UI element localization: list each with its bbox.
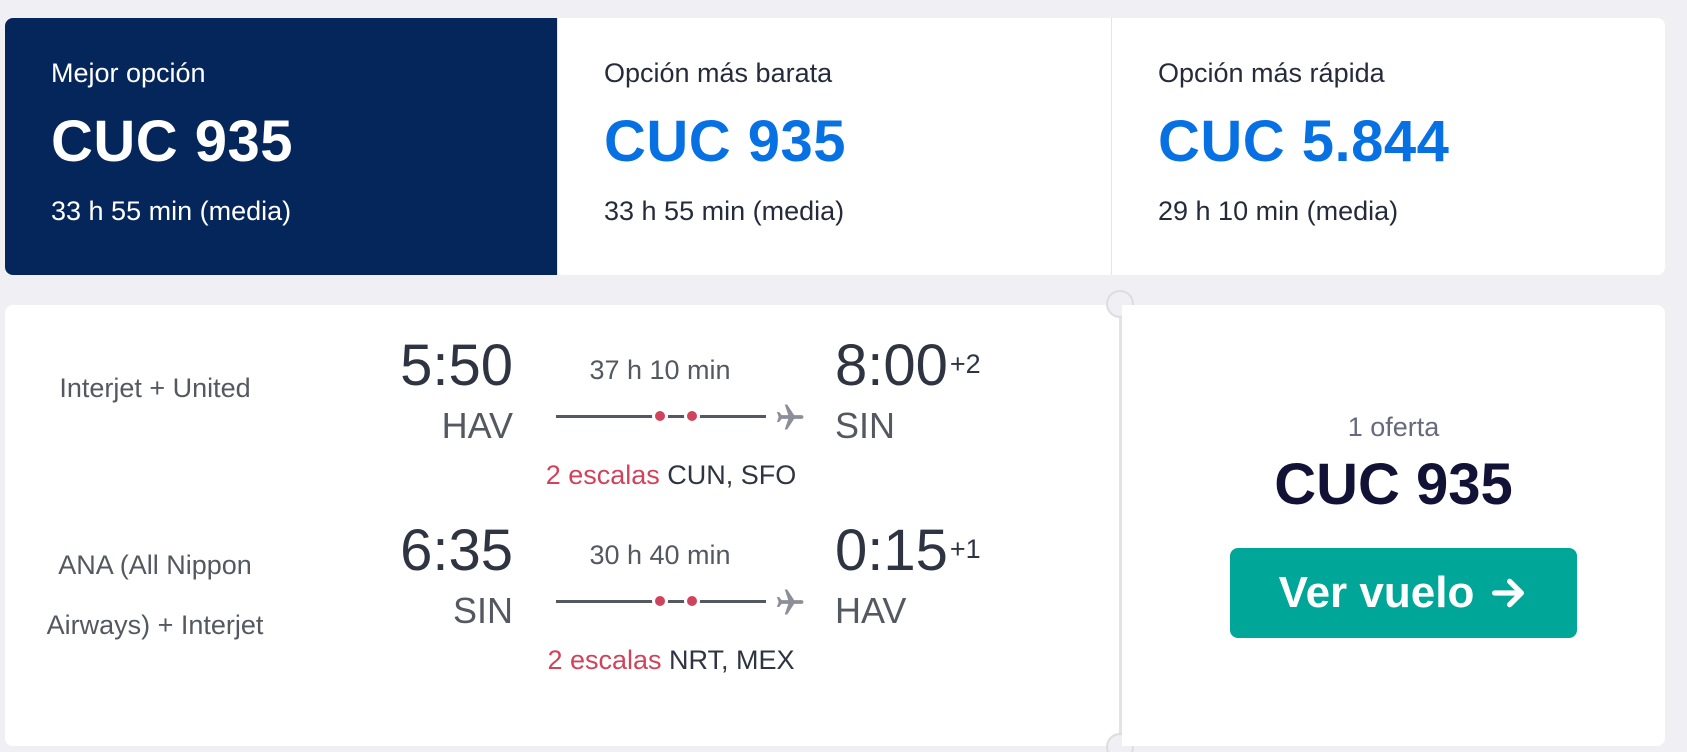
- carrier-name: Interjet + United: [59, 373, 251, 403]
- arrival: 0:15+1 HAV: [835, 515, 1035, 635]
- departure-airport: SIN: [452, 590, 513, 631]
- view-flight-label: Ver vuelo: [1278, 568, 1475, 617]
- view-flight-button[interactable]: Ver vuelo: [1230, 548, 1577, 638]
- arrival-airport: SIN: [835, 405, 896, 446]
- plane-icon: [776, 404, 804, 430]
- tab-label: Opción más rápida: [1158, 58, 1385, 88]
- day-offset: +1: [949, 534, 981, 564]
- tab-duration: 33 h 55 min (media): [604, 196, 845, 226]
- leg-route: 37 h 10 min 2 escalas CUN, SFO: [525, 330, 825, 490]
- result-ticket[interactable]: Interjet + United 5:50 HAV 37 h 10 min 2…: [5, 290, 1665, 752]
- route-line: [556, 593, 766, 609]
- stops-airports: NRT, MEX: [669, 645, 795, 675]
- stops-info: 2 escalas NRT, MEX: [525, 642, 817, 678]
- arrival-time: 0:15+1: [835, 515, 1035, 587]
- tab-cheapest[interactable]: Opción más barata CUC 935 33 h 55 min (m…: [557, 18, 1111, 275]
- tab-label: Mejor opción: [51, 58, 206, 88]
- tab-price: CUC 5.844: [1158, 109, 1450, 174]
- arrow-right-icon: [1492, 578, 1525, 608]
- outbound-leg: Interjet + United 5:50 HAV 37 h 10 min 2…: [5, 330, 1119, 520]
- departure-time: 6:35: [400, 518, 513, 583]
- return-leg: ANA (All Nippon Airways) + Interjet 6:35…: [5, 515, 1119, 705]
- tab-price: CUC 935: [604, 109, 847, 174]
- legs-panel[interactable]: Interjet + United 5:50 HAV 37 h 10 min 2…: [5, 305, 1119, 746]
- tab-best[interactable]: Mejor opción CUC 935 33 h 55 min (media): [5, 18, 557, 275]
- stop-dot: [652, 593, 668, 609]
- tab-duration: 29 h 10 min (media): [1158, 196, 1399, 226]
- stops-count: 2 escalas: [547, 645, 662, 675]
- departure-airport: HAV: [441, 405, 513, 446]
- departure: 5:50 HAV: [345, 330, 513, 450]
- departure: 6:35 SIN: [345, 515, 513, 635]
- stops-airports: CUN, SFO: [667, 460, 797, 490]
- arrival-airport: HAV: [835, 590, 907, 631]
- stops-count: 2 escalas: [545, 460, 660, 490]
- carrier-name: ANA (All Nippon Airways) + Interjet: [46, 550, 264, 640]
- stop-dot: [684, 408, 700, 424]
- price-panel: 1 oferta CUC 935 Ver vuelo: [1122, 305, 1665, 746]
- arrival: 8:00+2 SIN: [835, 330, 1035, 450]
- stops-info: 2 escalas CUN, SFO: [525, 457, 817, 493]
- route-line: [556, 408, 766, 424]
- leg-duration: 37 h 10 min: [589, 355, 731, 385]
- result-price: CUC 935: [1274, 452, 1513, 517]
- tab-label: Opción más barata: [604, 58, 833, 88]
- tab-duration: 33 h 55 min (media): [51, 196, 292, 226]
- plane-icon: [776, 589, 804, 615]
- leg-route: 30 h 40 min 2 escalas NRT, MEX: [525, 515, 825, 675]
- tab-price: CUC 935: [51, 109, 294, 174]
- stop-dot: [684, 593, 700, 609]
- stop-dot: [652, 408, 668, 424]
- leg-duration: 30 h 40 min: [589, 540, 731, 570]
- tab-fastest[interactable]: Opción más rápida CUC 5.844 29 h 10 min …: [1111, 18, 1665, 275]
- arrival-time: 8:00+2: [835, 330, 1035, 402]
- arrival-time-value: 8:00: [835, 333, 948, 398]
- sort-tabs: Mejor opción CUC 935 33 h 55 min (media)…: [5, 18, 1665, 275]
- day-offset: +2: [949, 349, 981, 379]
- departure-time: 5:50: [400, 333, 513, 398]
- offers-count: 1 oferta: [1347, 412, 1440, 442]
- arrival-time-value: 0:15: [835, 518, 948, 583]
